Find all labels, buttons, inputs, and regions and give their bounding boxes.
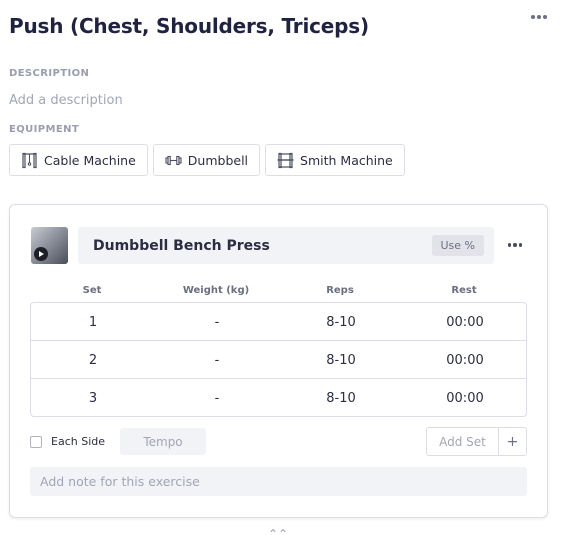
set-number[interactable]: 2	[89, 341, 97, 379]
set-row: 3 - 8-10 00:00	[31, 379, 526, 417]
set-rest[interactable]: 00:00	[446, 379, 483, 417]
description-input[interactable]	[9, 90, 409, 110]
column-header-weight: Weight (kg)	[182, 285, 250, 296]
more-horizontal-icon	[531, 15, 535, 19]
set-row: 2 - 8-10 00:00	[31, 341, 526, 379]
description-label: DESCRIPTION	[9, 68, 90, 79]
tempo-field[interactable]: Tempo	[120, 428, 206, 455]
routine-title[interactable]: Push (Chest, Shoulders, Triceps)	[9, 14, 369, 38]
sets-table: 1 - 8-10 00:00 2 - 8-10 00:00 3 - 8-10 0…	[30, 302, 527, 417]
add-set-plus-button[interactable]: +	[499, 428, 526, 455]
equipment-chip-label: Smith Machine	[300, 152, 393, 168]
smith-machine-icon	[277, 152, 294, 168]
set-rest[interactable]: 00:00	[446, 341, 483, 379]
column-header-rest: Rest	[451, 285, 477, 296]
drag-handle-icon[interactable]: ⌃⌃	[268, 528, 288, 535]
equipment-chip-cable-machine[interactable]: Cable Machine	[9, 144, 148, 176]
exercise-name-field[interactable]: Dumbbell Bench Press Use %	[78, 227, 494, 264]
each-side-label: Each Side	[51, 435, 105, 448]
equipment-list: Cable Machine Dumbbell Smith Machine	[9, 144, 405, 176]
set-reps[interactable]: 8-10	[326, 303, 356, 341]
use-percent-button[interactable]: Use %	[431, 235, 484, 256]
play-icon[interactable]	[34, 247, 48, 261]
equipment-chip-dumbbell[interactable]: Dumbbell	[152, 144, 261, 176]
exercise-name: Dumbbell Bench Press	[93, 237, 270, 254]
exercise-note-input[interactable]	[30, 467, 527, 496]
set-number[interactable]: 1	[89, 303, 97, 341]
add-set-button[interactable]: Add Set	[427, 428, 499, 455]
dumbbell-icon	[165, 155, 182, 165]
equipment-chip-smith-machine[interactable]: Smith Machine	[265, 144, 405, 176]
more-dot	[513, 243, 517, 247]
set-row: 1 - 8-10 00:00	[31, 303, 526, 341]
column-header-set: Set	[82, 285, 102, 296]
exercise-thumbnail[interactable]	[31, 227, 68, 264]
exercise-more-button[interactable]	[502, 234, 528, 256]
equipment-chip-label: Dumbbell	[187, 152, 249, 168]
cable-machine-icon	[22, 152, 37, 168]
set-reps[interactable]: 8-10	[326, 379, 356, 417]
column-header-reps: Reps	[326, 285, 354, 296]
equipment-chip-label: Cable Machine	[44, 152, 136, 168]
more-dot	[543, 15, 547, 19]
more-dot	[537, 15, 541, 19]
set-weight[interactable]: -	[215, 341, 220, 379]
exercise-card: Dumbbell Bench Press Use % Set Weight (k…	[9, 204, 548, 518]
set-weight[interactable]: -	[215, 303, 220, 341]
more-horizontal-icon	[507, 243, 512, 247]
more-dot	[518, 243, 523, 247]
set-reps[interactable]: 8-10	[326, 341, 356, 379]
add-set-group: Add Set +	[426, 427, 527, 456]
set-rest[interactable]: 00:00	[446, 303, 483, 341]
set-number[interactable]: 3	[89, 379, 97, 417]
routine-more-button[interactable]	[526, 8, 552, 26]
equipment-label: EQUIPMENT	[9, 124, 80, 135]
each-side-checkbox[interactable]	[30, 435, 42, 448]
set-weight[interactable]: -	[215, 379, 220, 417]
each-side-toggle[interactable]: Each Side	[30, 435, 105, 448]
